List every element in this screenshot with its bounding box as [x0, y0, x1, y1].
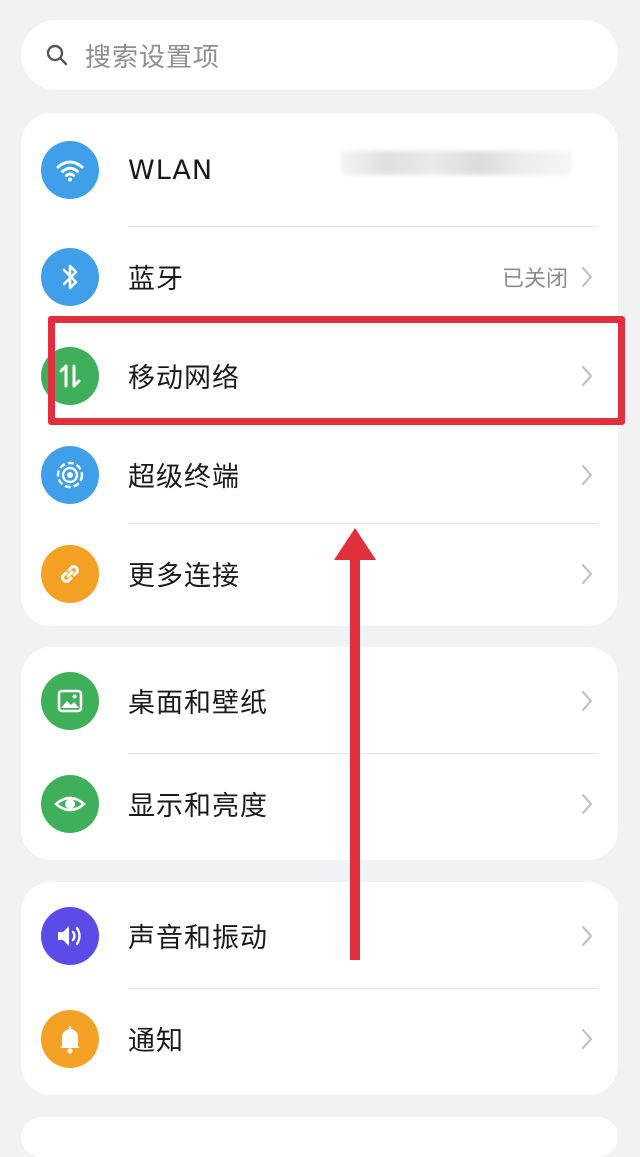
- settings-item-label: 通知: [128, 1026, 184, 1057]
- chevron-right-icon: [581, 1028, 593, 1049]
- next-card-partial: [21, 1117, 618, 1157]
- settings-item-label: 蓝牙: [128, 264, 184, 295]
- settings-item-wallpaper[interactable]: 桌面和壁纸: [21, 647, 618, 754]
- settings-item-notifications[interactable]: 通知: [21, 989, 618, 1088]
- sound-card: 声音和振动 通知: [21, 882, 618, 1095]
- settings-item-display-brightness[interactable]: 显示和亮度: [21, 754, 618, 853]
- search-placeholder: 搜索设置项: [85, 42, 221, 73]
- bell-icon: [41, 1009, 99, 1068]
- settings-item-super-device[interactable]: 超级终端: [21, 425, 618, 524]
- settings-item-bluetooth[interactable]: 蓝牙 已关闭: [21, 227, 618, 326]
- display-card: 桌面和壁纸 显示和亮度: [21, 647, 618, 860]
- wallpaper-icon: [41, 671, 99, 730]
- chevron-right-icon: [581, 266, 593, 287]
- chevron-right-icon: [581, 925, 593, 946]
- settings-item-label: 桌面和壁纸: [128, 688, 268, 719]
- speaker-icon: [41, 906, 99, 965]
- settings-item-label: 更多连接: [128, 561, 240, 592]
- chevron-right-icon: [581, 793, 593, 814]
- settings-item-label: 声音和振动: [128, 923, 268, 954]
- arrow-up-annotation: [334, 528, 376, 960]
- settings-item-label: 显示和亮度: [128, 791, 268, 822]
- search-bar[interactable]: 搜索设置项: [21, 20, 618, 90]
- super-device-icon: [41, 445, 99, 504]
- settings-item-label: WLAN: [128, 154, 214, 186]
- bluetooth-status: 已关闭: [501, 266, 568, 292]
- search-icon: [46, 44, 68, 66]
- settings-item-more-connections[interactable]: 更多连接: [21, 524, 618, 623]
- chevron-right-icon: [581, 464, 593, 485]
- highlight-box: [48, 316, 625, 425]
- settings-item-sound-vibration[interactable]: 声音和振动: [21, 882, 618, 989]
- bluetooth-icon: [41, 247, 99, 306]
- link-icon: [41, 544, 99, 603]
- settings-item-wlan[interactable]: WLAN: [21, 113, 618, 227]
- redacted-network-name: [341, 151, 571, 175]
- settings-item-label: 超级终端: [128, 462, 240, 493]
- chevron-right-icon: [581, 690, 593, 711]
- wifi-icon: [41, 141, 99, 199]
- chevron-right-icon: [581, 563, 593, 584]
- eye-icon: [41, 774, 99, 833]
